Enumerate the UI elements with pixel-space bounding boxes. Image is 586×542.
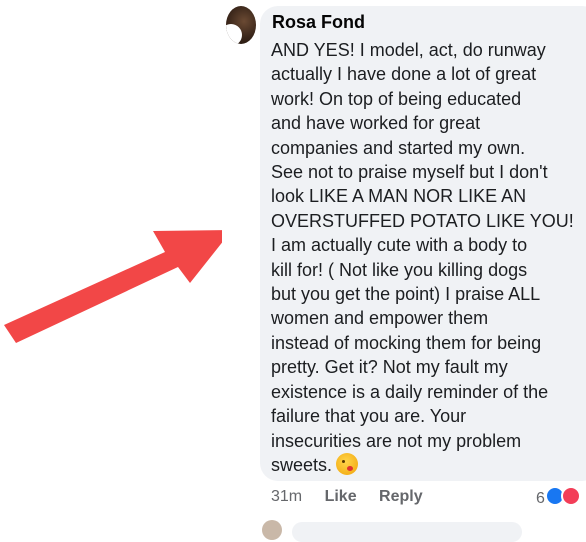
red-arrow-annotation [4,230,232,343]
avatar[interactable] [226,6,256,44]
reply-avatar [262,520,282,540]
next-comment-preview [292,522,522,542]
comment-meta: 31m Like Reply [271,488,441,506]
reply-button[interactable]: Reply [379,488,423,505]
love-icon [561,486,582,506]
reaction-count: 6 [536,490,545,507]
like-button[interactable]: Like [325,488,357,505]
comment-body: AND YES! I model, act, do runway actuall… [271,40,574,475]
comment-text: AND YES! I model, act, do runway actuall… [271,38,586,477]
kissing-face-emoji-icon [336,452,359,475]
reactions-summary[interactable]: 6 [536,486,582,508]
comment-author[interactable]: Rosa Fond [272,12,365,33]
comment-timestamp[interactable]: 31m [271,488,302,505]
arrow-shape [4,230,232,343]
